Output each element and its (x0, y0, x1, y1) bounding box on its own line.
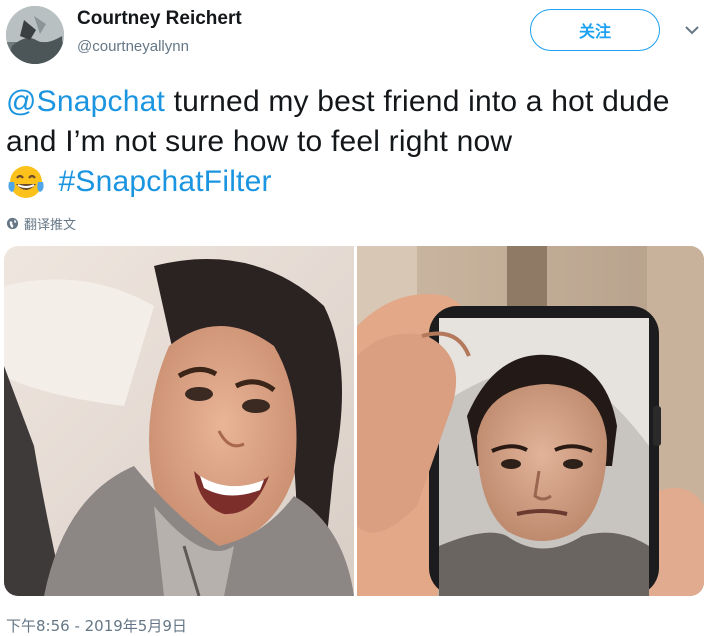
avatar[interactable] (6, 6, 64, 64)
follow-button[interactable]: 关注 (530, 9, 660, 51)
display-name[interactable]: Courtney Reichert (77, 8, 242, 30)
photo-phone-snapchat-filter[interactable] (357, 246, 704, 596)
media-gallery (4, 246, 704, 596)
face-with-tears-of-joy-icon (6, 162, 50, 202)
hashtag-link[interactable]: #SnapchatFilter (59, 165, 272, 198)
tweet-timestamp[interactable]: 下午8:56 - 2019年5月9日 (6, 615, 187, 636)
tweet-text: @Snapchat turned my best friend into a h… (6, 82, 701, 202)
photo-woman-selfie[interactable] (4, 246, 354, 596)
globe-icon (6, 217, 19, 229)
mention-link[interactable]: @Snapchat (6, 85, 165, 118)
user-avatar-icon (6, 6, 64, 64)
chevron-down-icon[interactable] (684, 24, 700, 36)
user-handle[interactable]: @courtneyallynn (77, 38, 189, 55)
translate-tweet-link[interactable]: 翻译推文 (6, 214, 77, 233)
translate-label: 翻译推文 (24, 217, 77, 233)
tweet-header: Courtney Reichert @courtneyallynn 关注 (0, 0, 705, 70)
